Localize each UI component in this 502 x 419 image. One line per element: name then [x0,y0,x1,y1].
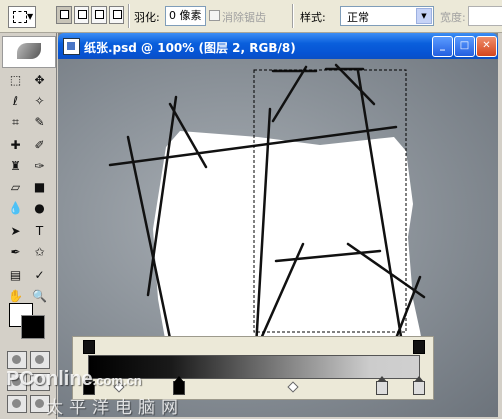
document-icon [63,38,80,55]
document-title: 纸张.psd @ 100% (图层 2, RGB/8) [84,41,296,55]
color-stop[interactable] [413,376,425,395]
close-icon[interactable]: ✕ [476,36,497,57]
feather-label: 羽化: [134,11,160,24]
divider [128,4,130,28]
dodge-tool-icon[interactable]: ● [30,199,49,218]
opacity-stop-right[interactable] [413,340,425,354]
minimize-icon[interactable]: _ [432,36,453,57]
gradient-tool-icon[interactable]: ■ [30,178,49,197]
standard-mode-icon[interactable] [7,351,27,369]
history-brush-icon[interactable]: ✑ [30,157,49,176]
quick-mask-icon[interactable] [30,351,50,369]
slice-tool-icon[interactable]: ✎ [30,113,49,132]
antialias-label: 消除锯齿 [222,11,266,24]
style-label: 样式: [300,11,326,24]
pen-tool-icon[interactable]: ✒ [6,243,25,262]
watermark-tagline: 太平洋电脑网 [46,398,184,418]
eraser-tool-icon[interactable]: ▱ [6,178,25,197]
photoshop-feather-logo [2,36,56,68]
clone-stamp-icon[interactable]: ♜ [6,157,25,176]
eyedropper-tool-icon[interactable]: ✓ [30,266,49,285]
options-bar: ▼ 羽化: 0 像素 消除锯齿 样式: 正常 ▼ 宽度: [0,0,502,33]
opacity-stop-left[interactable] [83,340,95,354]
lasso-tool-icon[interactable]: ℓ [6,92,25,111]
new-selection-icon[interactable] [56,6,72,24]
document-title-bar[interactable]: 纸张.psd @ 100% (图层 2, RGB/8) _ □ ✕ [58,33,498,59]
background-color-swatch[interactable] [21,315,45,339]
antialias-checkbox[interactable] [209,10,220,21]
type-tool-icon[interactable]: T [30,222,49,241]
color-stop[interactable] [376,376,388,395]
midpoint-marker[interactable] [287,381,299,393]
move-tool-icon[interactable]: ✥ [30,71,49,90]
blur-tool-icon[interactable]: 💧 [6,199,25,218]
sketch-line [271,65,308,123]
maximize-icon[interactable]: □ [454,36,475,57]
notes-tool-icon[interactable]: ▤ [6,266,25,285]
brush-tool-icon[interactable]: ✐ [30,136,49,155]
rect-marquee-preset-icon[interactable]: ▼ [8,6,36,28]
style-select[interactable]: 正常 ▼ [340,6,434,26]
toolbox: ⬚ ✥ ℓ ✧ ⌗ ✎ ✚ ✐ ♜ ✑ ▱ ■ 💧 ● ➤ T ✒ ✩ ▤ ✓ … [0,33,57,419]
chevron-down-icon[interactable]: ▼ [416,8,432,24]
subtract-selection-icon[interactable] [91,6,107,24]
marquee-tool-icon[interactable]: ⬚ [6,71,25,90]
divider [292,4,294,28]
jump-to-imageready-icon[interactable] [7,395,27,413]
white-paper-shape [153,131,426,369]
feather-input[interactable]: 0 像素 [165,6,206,26]
magic-wand-icon[interactable]: ✧ [30,92,49,111]
style-value: 正常 [347,11,369,24]
shape-tool-icon[interactable]: ✩ [30,243,49,262]
selection-mode-group [56,6,124,26]
sketch-line [334,63,376,106]
watermark-brand: PConline.com.cn [6,368,142,390]
width-input[interactable] [468,6,502,26]
intersect-selection-icon[interactable] [108,6,124,24]
width-label: 宽度: [440,11,466,24]
path-select-icon[interactable]: ➤ [6,222,25,241]
add-selection-icon[interactable] [73,6,89,24]
crop-tool-icon[interactable]: ⌗ [6,113,25,132]
healing-brush-icon[interactable]: ✚ [6,136,25,155]
